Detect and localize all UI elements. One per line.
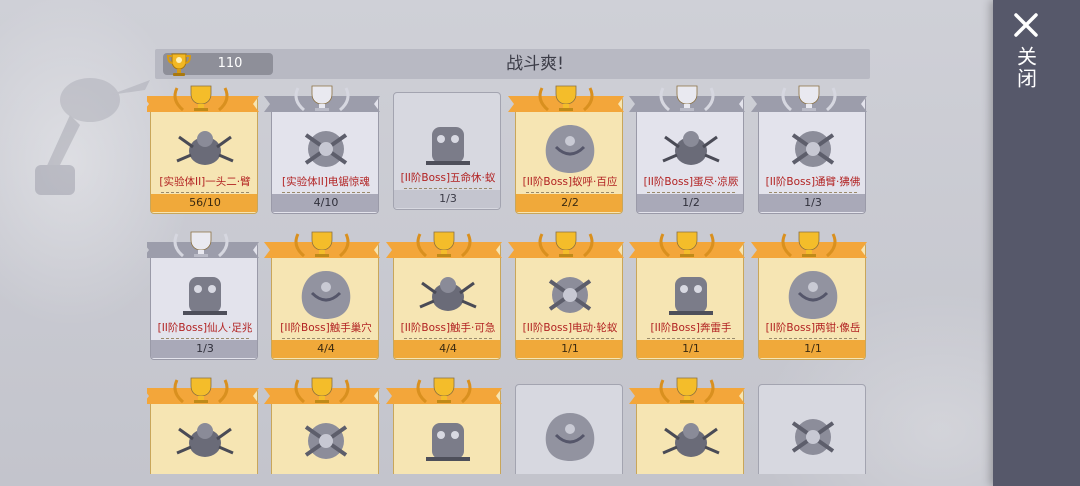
trophy-ribbon-icon xyxy=(264,377,380,404)
trophy-ribbon-icon xyxy=(264,85,380,112)
kill-progress: 2/2 xyxy=(516,194,622,212)
kill-progress: 1/3 xyxy=(394,190,500,208)
boss-card[interactable] xyxy=(264,374,380,474)
kill-progress: 1/2 xyxy=(637,194,743,212)
monster-portrait-icon xyxy=(545,125,595,173)
boss-name: [II阶Boss]两钳·像岳 xyxy=(765,322,861,334)
card-frame xyxy=(758,384,866,474)
boss-card[interactable]: [II阶Boss]五命休·蚁 1/3 xyxy=(390,82,501,210)
trophy-ribbon-icon xyxy=(147,85,259,112)
name-divider xyxy=(647,338,735,339)
boss-card[interactable] xyxy=(512,374,623,474)
name-divider xyxy=(161,192,249,193)
monster-portrait-icon xyxy=(176,423,234,457)
boss-name: [II阶Boss]仙人·足兆 xyxy=(157,322,253,334)
close-label: 关闭 xyxy=(1013,46,1038,90)
monster-portrait-icon xyxy=(176,131,234,165)
monster-portrait-icon xyxy=(662,423,720,457)
card-frame: [II阶Boss]五命休·蚁 1/3 xyxy=(393,92,501,210)
kill-progress: 1/1 xyxy=(759,340,865,358)
monster-portrait-icon xyxy=(791,131,835,167)
monster-portrait-icon xyxy=(548,277,592,313)
boss-card[interactable]: [II阶Boss]蚁呼·百应 2/2 xyxy=(508,82,624,214)
boss-card[interactable]: [II阶Boss]仙人·足兆 1/3 xyxy=(147,228,259,360)
name-divider xyxy=(404,338,492,339)
boss-name: [实验体II]电锯惊魂 xyxy=(282,176,370,188)
kill-progress: 4/4 xyxy=(394,340,500,358)
boss-card[interactable] xyxy=(755,374,866,474)
boss-name: [实验体II]一头二·臂 xyxy=(159,176,251,188)
name-divider xyxy=(769,192,857,193)
boss-card-grid: [实验体II]一头二·臂 56/10 [实验体II]电锯惊魂 4/10 [II阶Boss… xyxy=(147,82,872,474)
trophy-ribbon-icon xyxy=(147,377,259,404)
boss-card[interactable]: [II阶Boss]触手巢穴 4/4 xyxy=(264,228,380,360)
boss-card[interactable]: [II阶Boss]触手·可急 4/4 xyxy=(386,228,502,360)
boss-card[interactable] xyxy=(629,374,745,474)
monster-portrait-icon xyxy=(419,277,477,311)
boss-card[interactable]: [实验体II]电锯惊魂 4/10 xyxy=(264,82,380,214)
name-divider xyxy=(526,338,614,339)
boss-name: [II阶Boss]触手巢穴 xyxy=(280,322,372,334)
boss-card[interactable]: [II阶Boss]电动·轮蚁 1/1 xyxy=(508,228,624,360)
trophy-ribbon-icon xyxy=(629,231,745,258)
boss-name: [II阶Boss]奔雷手 xyxy=(650,322,732,334)
boss-card[interactable] xyxy=(147,374,259,474)
kill-progress: 1/1 xyxy=(516,340,622,358)
trophy-ribbon-icon xyxy=(386,377,502,404)
name-divider xyxy=(161,338,249,339)
monster-portrait-icon xyxy=(545,413,595,461)
monster-portrait-icon xyxy=(426,127,470,165)
name-divider xyxy=(282,192,370,193)
boss-card[interactable]: [II阶Boss]奔雷手 1/1 xyxy=(629,228,745,360)
monster-portrait-icon xyxy=(304,423,348,459)
kill-progress: 1/3 xyxy=(759,194,865,212)
boss-name: [II阶Boss]蚁呼·百应 xyxy=(522,176,618,188)
kill-progress: 56/10 xyxy=(151,194,257,212)
name-divider xyxy=(282,338,370,339)
monster-portrait-icon xyxy=(301,271,351,319)
name-divider xyxy=(647,192,735,193)
trophy-ribbon-icon xyxy=(751,231,867,258)
monster-portrait-icon xyxy=(791,419,835,455)
boss-card[interactable]: [II阶Boss]蛋尽·凉厥 1/2 xyxy=(629,82,745,214)
kill-progress: 4/4 xyxy=(272,340,378,358)
boss-name: [II阶Boss]电动·轮蚁 xyxy=(522,322,618,334)
monster-portrait-icon xyxy=(304,131,348,167)
trophy-ribbon-icon xyxy=(508,231,624,258)
kill-progress: 1/3 xyxy=(151,340,257,358)
boss-card[interactable]: [实验体II]一头二·臂 56/10 xyxy=(147,82,259,214)
close-x-icon xyxy=(1014,13,1038,37)
trophy-ribbon-icon xyxy=(629,377,745,404)
trophy-ribbon-icon xyxy=(147,231,259,258)
trophy-score: 110 xyxy=(217,56,243,71)
boss-name: [II阶Boss]蛋尽·凉厥 xyxy=(643,176,739,188)
monster-portrait-icon xyxy=(183,277,227,315)
background-creature-silhouette xyxy=(35,78,150,195)
boss-name: [II阶Boss]触手·可急 xyxy=(400,322,496,334)
trophy-ribbon-icon xyxy=(751,85,867,112)
kill-progress: 1/1 xyxy=(637,340,743,358)
monster-portrait-icon xyxy=(669,277,713,315)
monster-portrait-icon xyxy=(426,423,470,461)
boss-card[interactable] xyxy=(386,374,502,474)
boss-card[interactable]: [II阶Boss]两钳·像岳 1/1 xyxy=(751,228,867,360)
trophy-ribbon-icon xyxy=(264,231,380,258)
name-divider xyxy=(526,192,614,193)
monster-portrait-icon xyxy=(662,131,720,165)
name-divider xyxy=(404,188,492,189)
boss-name: [II阶Boss]五命休·蚁 xyxy=(400,172,496,184)
trophy-ribbon-icon xyxy=(508,85,624,112)
name-divider xyxy=(769,338,857,339)
close-button[interactable]: 关闭 xyxy=(1008,12,1044,102)
kill-progress: 4/10 xyxy=(272,194,378,212)
boss-name: [II阶Boss]通臂·狒佛 xyxy=(765,176,861,188)
card-frame xyxy=(515,384,623,474)
trophy-ribbon-icon xyxy=(386,231,502,258)
monster-portrait-icon xyxy=(788,271,838,319)
trophy-ribbon-icon xyxy=(629,85,745,112)
boss-card[interactable]: [II阶Boss]通臂·狒佛 1/3 xyxy=(751,82,867,214)
page-title: 战斗爽! xyxy=(506,54,564,74)
